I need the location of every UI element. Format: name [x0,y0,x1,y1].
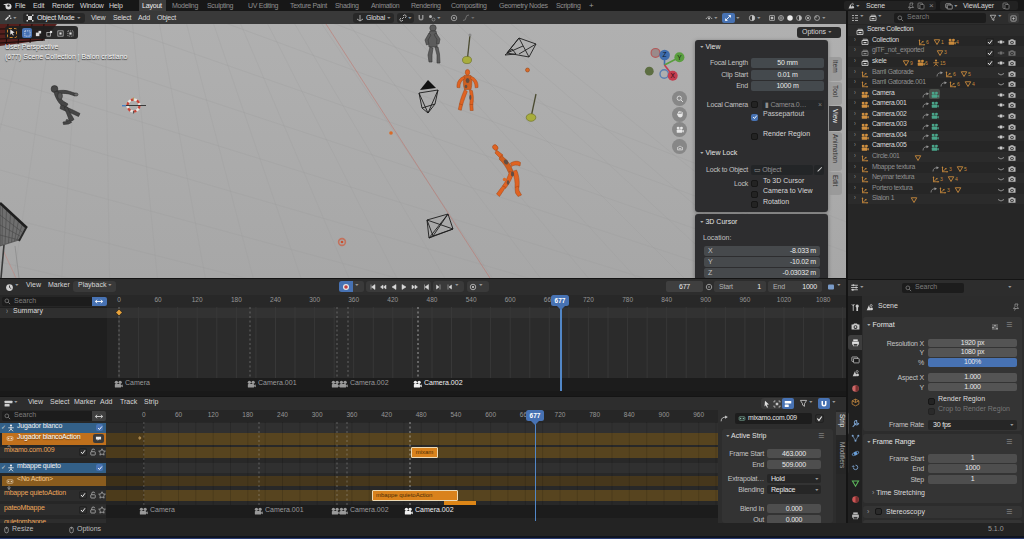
svg-text:Z: Z [663,51,667,58]
